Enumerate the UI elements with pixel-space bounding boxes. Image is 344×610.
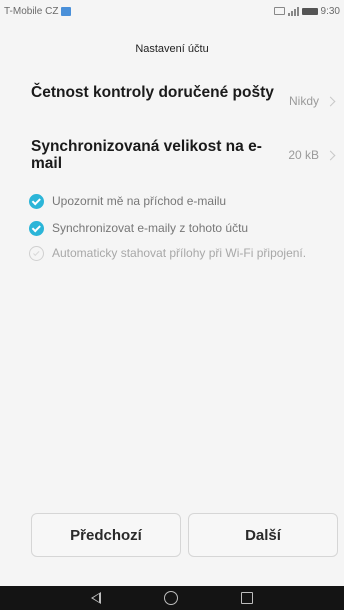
setting-check-frequency[interactable]: Četnost kontroly doručené pošty Nikdy [0,84,344,108]
chevron-right-icon [325,150,336,160]
checkbox-label: Automaticky stahovat přílohy při Wi-Fi p… [52,246,307,260]
carrier-name: T-Mobile CZ [4,5,59,17]
recent-apps-icon[interactable] [240,592,253,604]
check-circle-icon[interactable] [29,221,44,236]
setting-value: 20 kB [288,148,319,162]
navigation-bar [0,586,344,610]
checkbox-label: Synchronizovat e-maily z tohoto účtu [52,221,249,235]
battery-icon [301,7,318,15]
status-bar: T-Mobile CZ 9:30 [0,0,344,22]
back-icon[interactable] [91,592,102,604]
setting-value-group: 20 kB [288,148,336,162]
setting-value-group: Nikdy [288,94,336,108]
checkbox-auto-download-attachments[interactable]: Automaticky stahovat přílohy při Wi-Fi p… [29,246,329,261]
sim-card-icon [61,6,72,16]
setting-title: Synchronizovaná velikost na e-mail [31,138,262,172]
clock: 9:30 [320,5,340,17]
previous-button[interactable]: Předchozí [31,513,181,557]
check-circle-icon[interactable] [29,246,44,261]
page-title: Nastavení účtu [135,43,209,55]
checkbox-sync-emails[interactable]: Synchronizovat e-maily z tohoto účtu [29,221,329,236]
setting-value: Nikdy [288,94,319,108]
chevron-right-icon [325,96,336,106]
setting-title: Četnost kontroly doručené pošty [31,84,274,101]
next-button[interactable]: Další [188,513,338,557]
checkbox-notify-new-email[interactable]: Upozornit mě na příchod e-mailu [29,194,329,209]
page-header: Nastavení účtu [0,22,344,76]
checkbox-label: Upozornit mě na příchod e-mailu [52,194,227,208]
home-icon[interactable] [163,591,178,605]
check-circle-icon[interactable] [29,194,44,209]
setting-sync-size[interactable]: Synchronizovaná velikost na e-mail 20 kB [0,138,344,172]
message-icon [273,7,285,15]
signal-icon [287,6,299,16]
